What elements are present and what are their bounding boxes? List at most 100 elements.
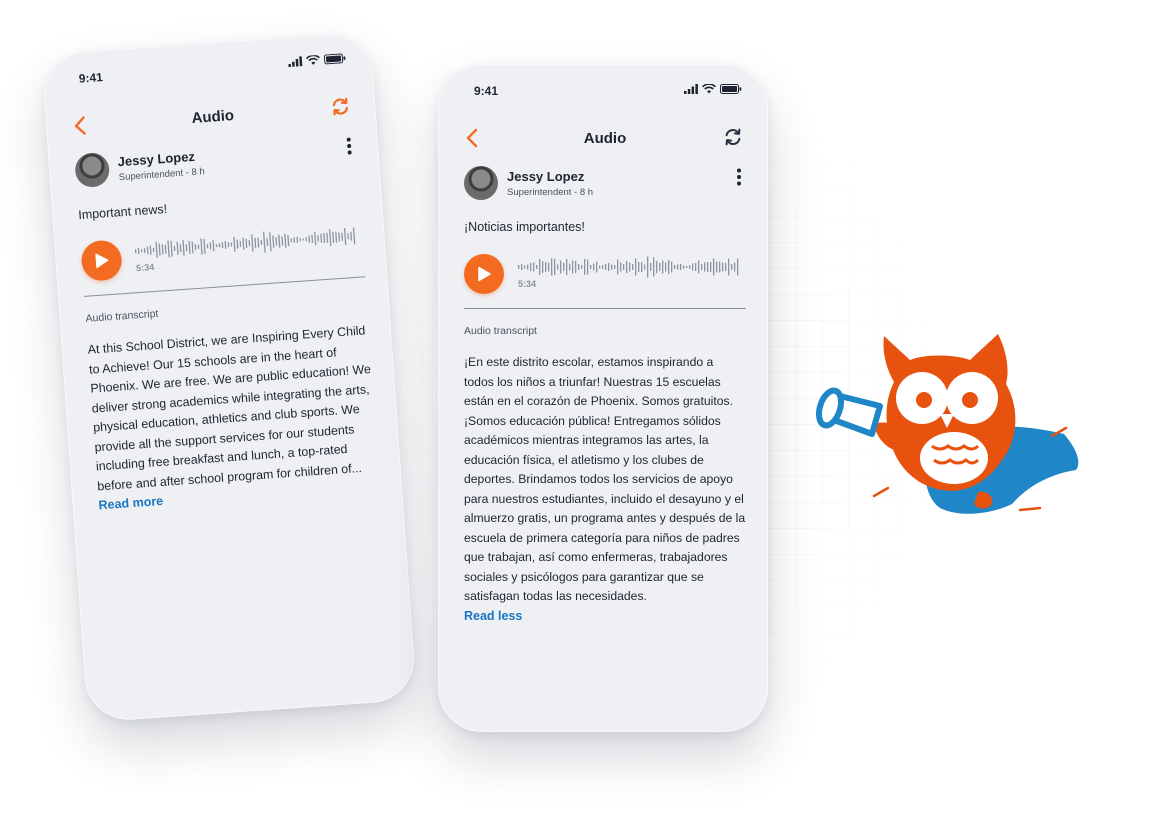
status-time: 9:41	[78, 70, 104, 86]
avatar[interactable]	[74, 151, 111, 189]
waveform-bar	[341, 232, 344, 241]
post: Jessy Lopez Superintendent - 8 h Importa…	[74, 135, 380, 515]
waveform-bar	[593, 263, 595, 271]
waveform-bar	[704, 262, 706, 272]
waveform-bar	[332, 231, 335, 243]
waveform-bar	[149, 245, 152, 255]
play-button[interactable]	[80, 239, 123, 282]
waveform-bar	[152, 247, 155, 252]
waveform-bar	[686, 266, 688, 268]
waveform-bar	[641, 262, 643, 272]
waveform-bar	[626, 261, 628, 273]
waveform-bar	[343, 228, 347, 246]
battery-icon	[323, 53, 346, 65]
avatar[interactable]	[464, 166, 498, 200]
mascot-right-pupil	[962, 392, 978, 408]
waveform-bar	[317, 235, 320, 242]
transcript-label: Audio transcript	[85, 307, 159, 325]
waveform-bar	[701, 264, 703, 270]
waveform-bar	[608, 263, 610, 271]
status-bar: 9:41	[474, 82, 742, 102]
waveform-bar	[548, 262, 550, 272]
waveform-bar	[293, 237, 296, 243]
sync-icon[interactable]	[722, 126, 744, 153]
waveform-bar	[602, 265, 604, 269]
sync-icon[interactable]	[329, 95, 353, 123]
waveform-bar	[302, 238, 304, 241]
post: Jessy Lopez Superintendent - 8 h ¡Notici…	[464, 166, 746, 625]
play-button[interactable]	[464, 254, 504, 294]
waveform-bar	[347, 233, 349, 240]
waveform-bar	[695, 263, 697, 271]
waveform-bar	[668, 260, 670, 274]
waveform-bar	[170, 240, 173, 257]
waveform-bar	[179, 244, 182, 253]
waveform-bar	[338, 232, 341, 242]
waveform-bar	[266, 237, 269, 247]
waveform-bar	[209, 242, 212, 250]
waveform-bar	[155, 241, 158, 258]
waveform-bar	[164, 244, 167, 254]
waveform-bar	[698, 260, 700, 274]
waveform-bar	[227, 242, 230, 248]
post-text: ¡Noticias importantes!	[464, 220, 585, 234]
more-options-icon[interactable]	[346, 137, 354, 160]
read-less-link[interactable]: Read less	[464, 609, 522, 623]
transcript-text: ¡En este distrito escolar, estamos inspi…	[464, 355, 746, 603]
waveform-bar	[296, 236, 299, 243]
waveform-bar	[599, 265, 601, 269]
waveform-bar	[683, 265, 685, 269]
author: Jessy Lopez Superintendent - 8 h	[74, 135, 358, 189]
waveform-bar	[206, 244, 209, 249]
status-icons	[684, 84, 742, 94]
audio-player: 5:34	[464, 250, 746, 298]
waveform-bar	[590, 265, 592, 269]
waveform-bar	[224, 240, 227, 249]
waveform-bar	[635, 258, 637, 276]
play-icon	[95, 253, 109, 269]
waveform-bar	[614, 265, 616, 269]
waveform-bar	[242, 237, 245, 250]
waveform-area[interactable]: 5:34	[134, 222, 364, 278]
signal-icon	[684, 84, 698, 94]
waveform-bar	[350, 231, 353, 241]
waveform-bar	[617, 259, 619, 275]
waveform-bar	[611, 264, 613, 270]
waveform-bar	[629, 262, 631, 272]
waveform-bar	[713, 258, 715, 276]
waveform-bar	[596, 261, 598, 273]
author: Jessy Lopez Superintendent - 8 h	[464, 166, 746, 200]
wifi-icon	[702, 84, 716, 94]
waveform-bar	[725, 263, 727, 271]
waveform-bar	[239, 240, 242, 247]
waveform-bar	[281, 236, 284, 246]
waveform-bar	[542, 261, 544, 273]
waveform-bar	[659, 263, 661, 271]
waveform-bar	[167, 240, 170, 258]
waveform-bar	[287, 235, 290, 247]
waveform-bar	[563, 263, 565, 271]
waveform-bar	[605, 264, 607, 270]
waveform-bar	[176, 241, 179, 255]
waveform-bar	[734, 262, 736, 272]
waveform-bar	[221, 242, 224, 249]
read-more-link[interactable]: Read more	[98, 494, 163, 512]
waveform-bar	[314, 232, 317, 246]
waveform-bar	[140, 249, 143, 253]
waveform-bar	[731, 264, 733, 270]
waveform-bar	[677, 264, 679, 270]
waveform-area[interactable]: 5:34	[518, 254, 746, 294]
waveform-bar	[560, 260, 562, 274]
waveform-bar	[290, 238, 293, 243]
waveform-bar	[218, 243, 221, 248]
mascot-left-pupil	[916, 392, 932, 408]
more-options-icon[interactable]	[736, 168, 742, 191]
waveform-bar	[233, 236, 236, 252]
waveform-bar	[245, 238, 248, 248]
waveform-bar	[236, 239, 239, 249]
waveform-bar	[305, 237, 308, 242]
waveform-bar	[527, 264, 529, 270]
owl-mascot-illustration	[815, 334, 1079, 514]
waveform-bar	[191, 241, 194, 254]
nav-bar: Audio	[73, 95, 352, 142]
